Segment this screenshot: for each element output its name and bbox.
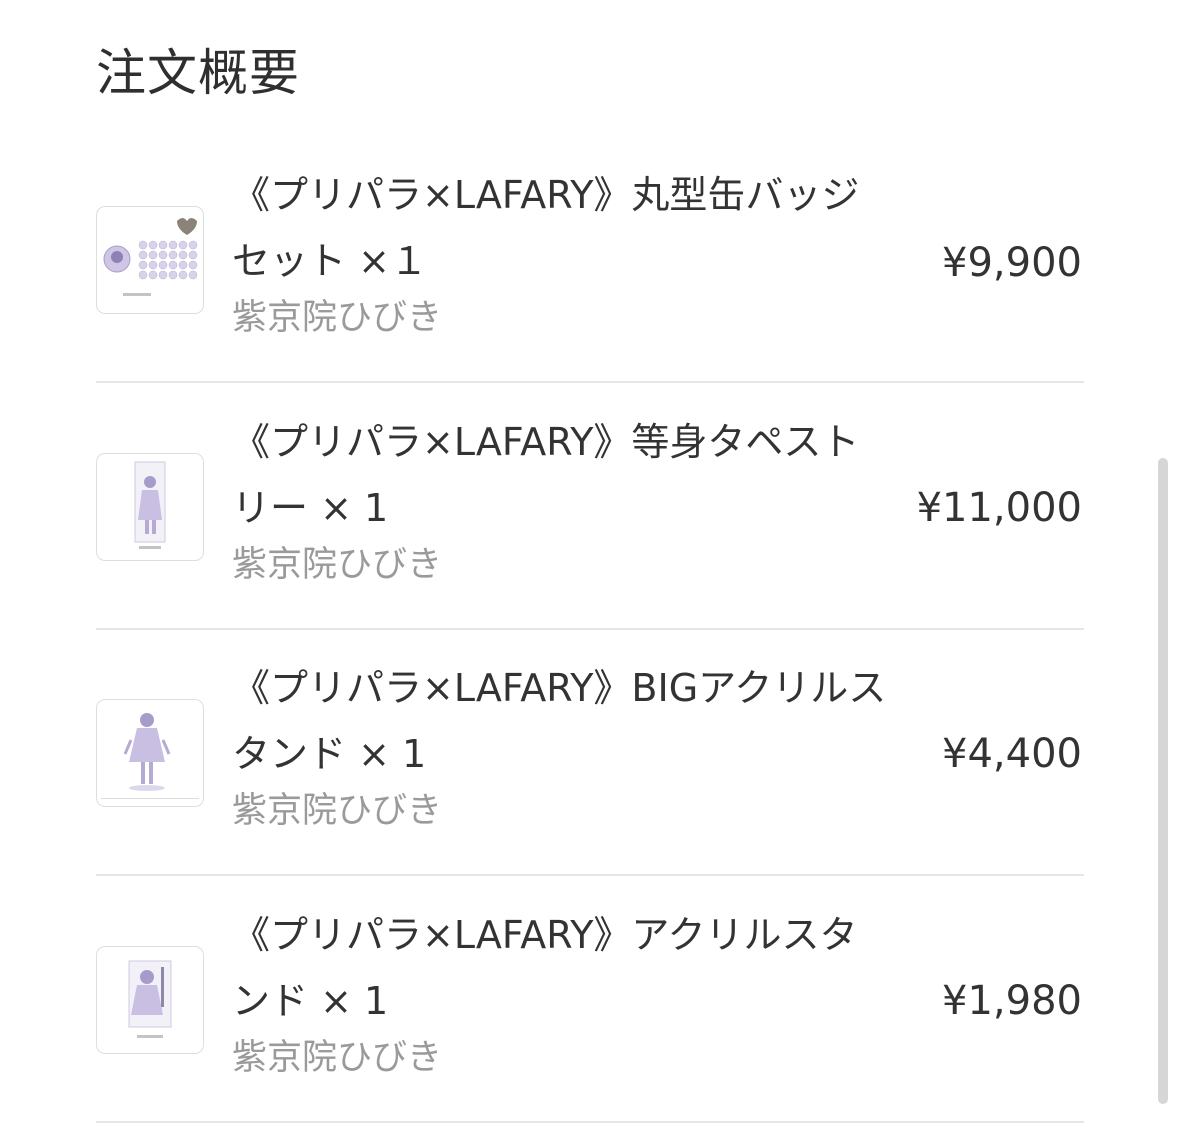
product-price: ¥9,900 xyxy=(942,240,1082,286)
order-item: 《プリパラ×LAFARY》丸型缶バッジセット ×１ 紫京院ひびき ¥9,900 xyxy=(96,150,1084,396)
product-variant: 紫京院ひびき xyxy=(232,1038,443,1078)
page-title: 注文概要 xyxy=(96,44,300,102)
divider xyxy=(96,381,1084,383)
order-item: 《プリパラ×LAFARY》等身タペストリー × 1 紫京院ひびき ¥11,000 xyxy=(96,397,1084,643)
product-variant: 紫京院ひびき xyxy=(232,791,443,831)
tapestry-product-thumbnail xyxy=(96,453,204,561)
product-price: ¥11,000 xyxy=(916,485,1082,531)
divider xyxy=(96,874,1084,876)
product-price: ¥1,980 xyxy=(942,978,1082,1024)
product-variant: 紫京院ひびき xyxy=(232,298,443,338)
product-name: 《プリパラ×LAFARY》等身タペストリー × 1 xyxy=(232,420,860,530)
product-name: 《プリパラ×LAFARY》丸型缶バッジセット ×１ xyxy=(232,173,860,283)
product-name: 《プリパラ×LAFARY》アクリルスタンド × 1 xyxy=(232,913,858,1023)
order-summary-page: 注文概要 《プリパラ×LAFARY》丸型缶バッジセット ×１ 紫京院ひびき ¥9… xyxy=(0,0,1179,1139)
divider xyxy=(96,628,1084,630)
divider xyxy=(96,1121,1084,1123)
order-item: 《プリパラ×LAFARY》アクリルスタンド × 1 紫京院ひびき ¥1,980 xyxy=(96,890,1084,1136)
product-price: ¥4,400 xyxy=(942,731,1082,777)
badge-set-product-thumbnail xyxy=(96,206,204,314)
order-item: 《プリパラ×LAFARY》BIGアクリルスタンド × 1 紫京院ひびき ¥4,4… xyxy=(96,643,1084,889)
product-name: 《プリパラ×LAFARY》BIGアクリルスタンド × 1 xyxy=(232,666,887,776)
acrylic-stand-product-thumbnail xyxy=(96,946,204,1054)
product-variant: 紫京院ひびき xyxy=(232,545,443,585)
scrollbar[interactable] xyxy=(1158,458,1168,1104)
big-acrylic-stand-product-thumbnail xyxy=(96,699,204,807)
